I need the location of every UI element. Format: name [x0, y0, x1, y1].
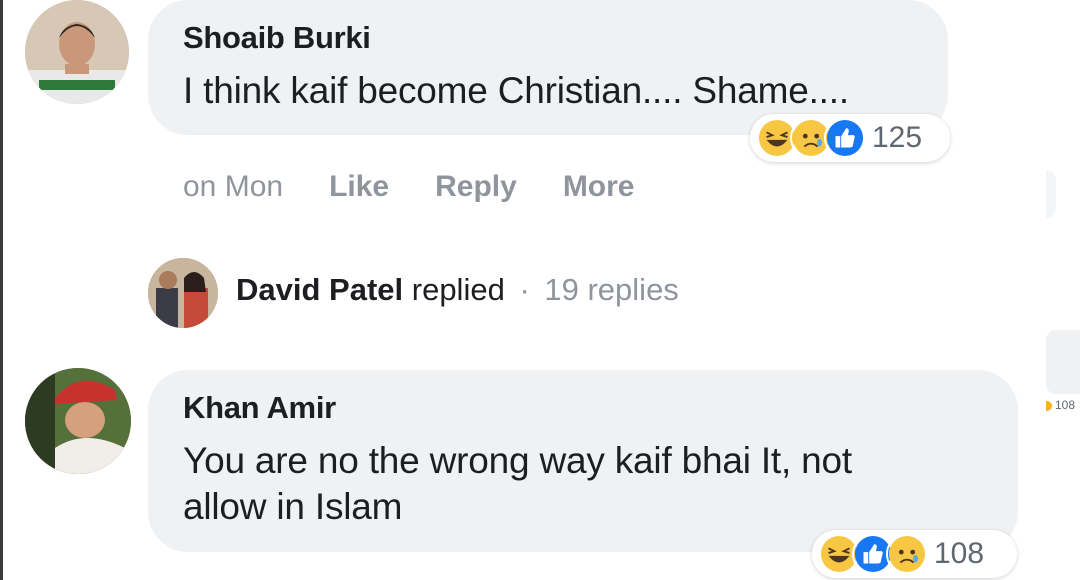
edge-reaction-count: 108	[1046, 398, 1075, 412]
more-button[interactable]: More	[563, 170, 635, 204]
replier-name[interactable]: David Patel	[236, 272, 403, 307]
avatar-david-patel[interactable]	[148, 258, 218, 328]
comment-timestamp[interactable]: on Mon	[183, 170, 283, 204]
reaction-summary[interactable]: 125	[750, 114, 950, 162]
like-button[interactable]: Like	[329, 170, 389, 204]
separator-dot: ·	[519, 272, 530, 307]
replied-label: replied	[411, 272, 505, 307]
reply-button[interactable]: Reply	[435, 170, 517, 204]
edge-fragment	[1046, 170, 1056, 218]
reaction-summary[interactable]: 108	[812, 530, 1017, 578]
comment-actions: on Mon Like Reply More	[183, 170, 681, 204]
sad-icon	[886, 533, 928, 575]
reply-count[interactable]: 19 replies	[544, 272, 678, 307]
reaction-count: 125	[872, 121, 923, 154]
edge-fragment	[1046, 330, 1080, 394]
comment-text-line-2: allow in Islam	[183, 486, 403, 527]
edge-reaction-count-text: 108	[1055, 398, 1076, 412]
comment-text-line-1: You are no the wrong way kaif bhai It, n…	[183, 440, 852, 481]
window-edge	[0, 0, 3, 580]
like-icon	[824, 117, 866, 159]
comment-text: I think kaif become Christian.... Shame.…	[183, 70, 849, 111]
avatar-khan-amir[interactable]	[25, 368, 131, 474]
reaction-count: 108	[934, 537, 985, 570]
comment-author[interactable]: Shoaib Burki	[183, 20, 371, 56]
avatar-shoaib-burki[interactable]	[25, 0, 129, 104]
comment-author[interactable]: Khan Amir	[183, 390, 336, 426]
edge-reaction-icon	[1046, 400, 1052, 411]
reply-summary[interactable]: David Patel replied · 19 replies	[236, 272, 679, 308]
